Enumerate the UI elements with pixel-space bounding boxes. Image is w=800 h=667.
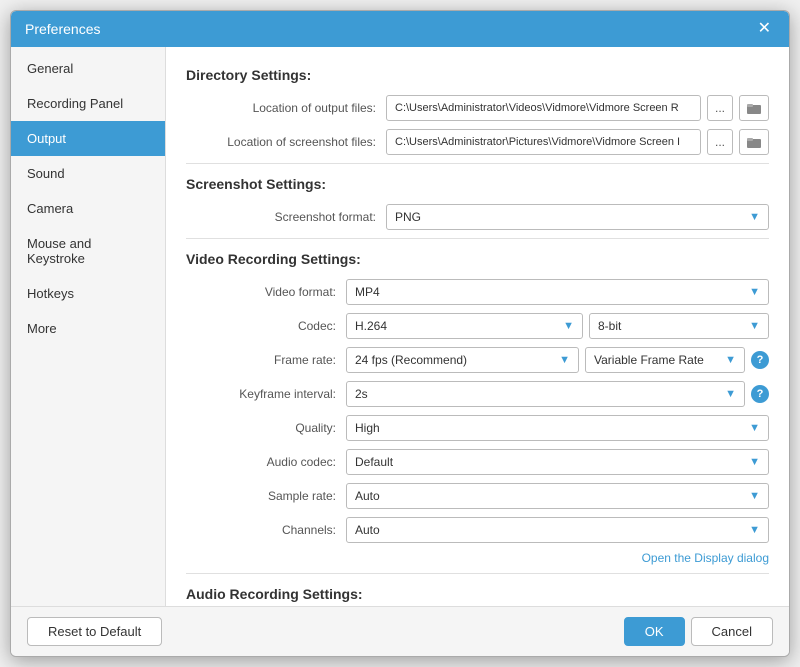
chevron-down-icon: ▼ [749, 524, 760, 536]
preferences-dialog: Preferences ✕ General Recording Panel Ou… [10, 10, 790, 657]
reset-default-button[interactable]: Reset to Default [27, 617, 162, 646]
sample-rate-row: Sample rate: Auto ▼ [186, 483, 769, 509]
sidebar-item-recording-panel[interactable]: Recording Panel [11, 86, 165, 121]
output-files-folder-btn[interactable] [739, 95, 769, 121]
sidebar-item-camera[interactable]: Camera [11, 191, 165, 226]
sample-rate-label: Sample rate: [186, 489, 346, 503]
frame-rate-select[interactable]: 24 fps (Recommend) ▼ [346, 347, 579, 373]
screenshot-format-control: PNG ▼ [386, 204, 769, 230]
keyframe-label: Keyframe interval: [186, 387, 346, 401]
chevron-down-icon: ▼ [749, 456, 760, 468]
keyframe-help-icon[interactable]: ? [751, 385, 769, 403]
output-files-label: Location of output files: [186, 101, 386, 115]
chevron-down-icon: ▼ [749, 286, 760, 298]
sidebar-item-mouse-keystroke[interactable]: Mouse and Keystroke [11, 226, 165, 276]
variable-frame-rate-select[interactable]: Variable Frame Rate ▼ [585, 347, 745, 373]
keyframe-control: 2s ▼ ? [346, 381, 769, 407]
chevron-down-icon: ▼ [749, 320, 760, 332]
cancel-button[interactable]: Cancel [691, 617, 773, 646]
audio-codec-control: Default ▼ [346, 449, 769, 475]
sidebar: General Recording Panel Output Sound Cam… [11, 47, 166, 606]
chevron-down-icon: ▼ [725, 388, 736, 400]
video-format-control: MP4 ▼ [346, 279, 769, 305]
ok-button[interactable]: OK [624, 617, 685, 646]
channels-label: Channels: [186, 523, 346, 537]
bit-depth-select[interactable]: 8-bit ▼ [589, 313, 769, 339]
quality-control: High ▼ [346, 415, 769, 441]
video-section-title: Video Recording Settings: [186, 251, 769, 267]
video-format-label: Video format: [186, 285, 346, 299]
screenshot-section-title: Screenshot Settings: [186, 176, 769, 192]
title-bar: Preferences ✕ [11, 11, 789, 47]
quality-row: Quality: High ▼ [186, 415, 769, 441]
chevron-down-icon: ▼ [749, 211, 760, 223]
sample-rate-control: Auto ▼ [346, 483, 769, 509]
quality-select[interactable]: High ▼ [346, 415, 769, 441]
screenshot-files-path: C:\Users\Administrator\Pictures\Vidmore\… [386, 129, 701, 155]
dialog-body: General Recording Panel Output Sound Cam… [11, 47, 789, 606]
audio-codec-row: Audio codec: Default ▼ [186, 449, 769, 475]
channels-control: Auto ▼ [346, 517, 769, 543]
sidebar-item-hotkeys[interactable]: Hotkeys [11, 276, 165, 311]
codec-label: Codec: [186, 319, 346, 333]
frame-rate-label: Frame rate: [186, 353, 346, 367]
audio-codec-label: Audio codec: [186, 455, 346, 469]
frame-rate-control: 24 fps (Recommend) ▼ Variable Frame Rate… [346, 347, 769, 373]
screenshot-format-row: Screenshot format: PNG ▼ [186, 204, 769, 230]
video-format-select[interactable]: MP4 ▼ [346, 279, 769, 305]
sidebar-item-more[interactable]: More [11, 311, 165, 346]
quality-label: Quality: [186, 421, 346, 435]
codec-select[interactable]: H.264 ▼ [346, 313, 583, 339]
output-files-dots-btn[interactable]: ... [707, 95, 733, 121]
channels-select[interactable]: Auto ▼ [346, 517, 769, 543]
screenshot-files-dots-btn[interactable]: ... [707, 129, 733, 155]
screenshot-files-row: Location of screenshot files: C:\Users\A… [186, 129, 769, 155]
screenshot-format-select[interactable]: PNG ▼ [386, 204, 769, 230]
footer-right: OK Cancel [624, 617, 773, 646]
screenshot-format-label: Screenshot format: [186, 210, 386, 224]
sidebar-item-sound[interactable]: Sound [11, 156, 165, 191]
codec-row: Codec: H.264 ▼ 8-bit ▼ [186, 313, 769, 339]
close-button[interactable]: ✕ [754, 19, 775, 39]
output-files-control: C:\Users\Administrator\Videos\Vidmore\Vi… [386, 95, 769, 121]
dialog-title: Preferences [25, 21, 100, 37]
audio-codec-select[interactable]: Default ▼ [346, 449, 769, 475]
channels-row: Channels: Auto ▼ [186, 517, 769, 543]
open-display-link[interactable]: Open the Display dialog [186, 551, 769, 565]
video-format-row: Video format: MP4 ▼ [186, 279, 769, 305]
screenshot-files-control: C:\Users\Administrator\Pictures\Vidmore\… [386, 129, 769, 155]
sample-rate-select[interactable]: Auto ▼ [346, 483, 769, 509]
codec-control: H.264 ▼ 8-bit ▼ [346, 313, 769, 339]
sidebar-item-output[interactable]: Output [11, 121, 165, 156]
frame-rate-row: Frame rate: 24 fps (Recommend) ▼ Variabl… [186, 347, 769, 373]
chevron-down-icon: ▼ [749, 490, 760, 502]
screenshot-files-folder-btn[interactable] [739, 129, 769, 155]
screenshot-files-label: Location of screenshot files: [186, 135, 386, 149]
chevron-down-icon: ▼ [563, 320, 574, 332]
chevron-down-icon: ▼ [725, 354, 736, 366]
frame-rate-help-icon[interactable]: ? [751, 351, 769, 369]
sidebar-item-general[interactable]: General [11, 51, 165, 86]
output-files-row: Location of output files: C:\Users\Admin… [186, 95, 769, 121]
content-area: Directory Settings: Location of output f… [166, 47, 789, 606]
keyframe-select[interactable]: 2s ▼ [346, 381, 745, 407]
output-files-path: C:\Users\Administrator\Videos\Vidmore\Vi… [386, 95, 701, 121]
audio-section-title: Audio Recording Settings: [186, 586, 769, 602]
chevron-down-icon: ▼ [749, 422, 760, 434]
dialog-footer: Reset to Default OK Cancel [11, 606, 789, 656]
chevron-down-icon: ▼ [559, 354, 570, 366]
keyframe-row: Keyframe interval: 2s ▼ ? [186, 381, 769, 407]
directory-section-title: Directory Settings: [186, 67, 769, 83]
